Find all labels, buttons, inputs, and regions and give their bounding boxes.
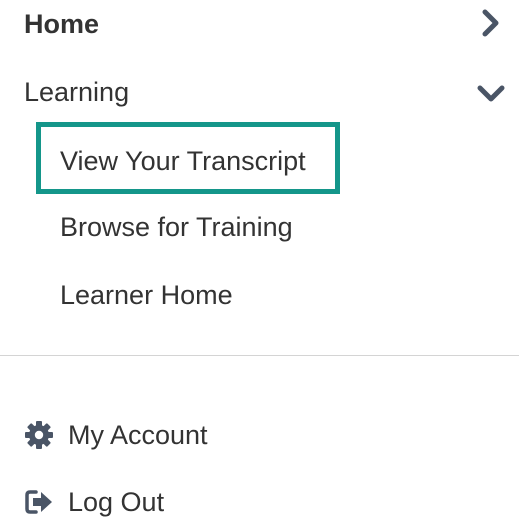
- nav-subitem-label: Browse for Training: [60, 212, 293, 242]
- nav-subitem-browse-for-training[interactable]: Browse for Training: [60, 208, 519, 246]
- nav-subitem-view-your-transcript[interactable]: View Your Transcript: [60, 142, 519, 180]
- nav-item-learning[interactable]: Learning: [0, 73, 519, 111]
- nav-subitem-label: Learner Home: [60, 280, 233, 310]
- nav-item-log-out-label: Log Out: [68, 487, 165, 517]
- gear-icon: [24, 420, 54, 450]
- nav-item-home-label: Home: [24, 9, 100, 39]
- divider: [0, 355, 519, 356]
- sign-out-icon: [24, 487, 54, 517]
- nav-item-learning-label: Learning: [24, 77, 130, 107]
- sidebar-nav: Home Learning View Your Transcript Brows…: [0, 0, 519, 519]
- nav-item-log-out[interactable]: Log Out: [0, 483, 519, 521]
- nav-subitem-label: View Your Transcript: [60, 146, 306, 176]
- nav-item-my-account-label: My Account: [68, 420, 208, 450]
- chevron-right-icon: [477, 9, 505, 37]
- nav-item-my-account[interactable]: My Account: [0, 416, 519, 454]
- nav-item-home[interactable]: Home: [0, 5, 519, 43]
- chevron-down-icon: [477, 79, 505, 107]
- nav-subitem-learner-home[interactable]: Learner Home: [60, 276, 519, 314]
